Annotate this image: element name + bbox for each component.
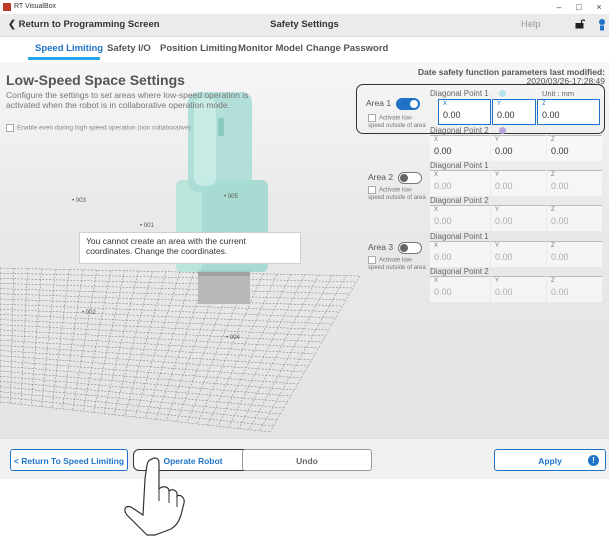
area2-label: Area 2: [368, 172, 394, 182]
area1-point2-z-field[interactable]: Z 0.00: [547, 135, 602, 161]
point-label: • 003: [72, 198, 86, 204]
area1-activate-checkbox[interactable]: Activate low-speed outside of area: [368, 114, 428, 130]
high-speed-checkbox[interactable]: Enable even during high speed operation …: [6, 124, 191, 132]
tab-safety-io[interactable]: Safety I/O: [107, 43, 151, 54]
area2-toggle[interactable]: [398, 172, 422, 184]
area1-point2-label: Diagonal Point 2: [430, 126, 506, 135]
point-color-dot: [498, 127, 506, 135]
area3-point2-label: Diagonal Point 2: [430, 267, 489, 276]
window-titlebar: RT VisualBox – □ ×: [0, 0, 609, 14]
return-to-programming-label: Return to Programming Screen: [18, 19, 160, 30]
maximize-button[interactable]: □: [569, 0, 589, 14]
area2-point1-z-field[interactable]: Z 0.00: [547, 170, 602, 196]
tab-change-password[interactable]: Change Password: [306, 43, 388, 54]
panel-description: Configure the settings to set areas wher…: [6, 90, 249, 110]
unit-label: Unit : mm: [542, 89, 575, 98]
help-button[interactable]: Help: [521, 19, 541, 30]
point-label: • 004: [226, 335, 240, 341]
area1-point1-x-field[interactable]: X 0.00: [438, 99, 491, 125]
close-button[interactable]: ×: [589, 0, 609, 14]
area1-label: Area 1: [366, 98, 392, 108]
point-label: • 002: [82, 310, 96, 316]
return-to-speed-limiting-button[interactable]: < Return To Speed Limiting: [10, 449, 128, 471]
area3-point1-z-field[interactable]: Z 0.00: [547, 241, 602, 267]
area2-activate-label: Activate low-speed outside of area: [368, 187, 426, 201]
checkbox-icon: [368, 114, 376, 122]
unlock-icon[interactable]: [575, 18, 585, 29]
bottom-action-bar: < Return To Speed Limiting Operate Robot…: [0, 438, 609, 479]
return-to-programming-button[interactable]: ❮ Return to Programming Screen: [8, 19, 160, 30]
area1-point1-z-field[interactable]: Z 0.00: [537, 99, 600, 125]
area1-toggle[interactable]: [396, 98, 420, 110]
area3-point2-x-field[interactable]: X 0.00: [430, 276, 490, 302]
tab-bar: Speed Limiting Safety I/O Position Limit…: [0, 37, 609, 61]
chevron-left-icon: ❮: [8, 19, 16, 30]
checkbox-icon: [368, 256, 376, 264]
panel-title: Low-Speed Space Settings: [6, 72, 185, 88]
area3-toggle[interactable]: [398, 242, 422, 254]
tab-monitor-model[interactable]: Monitor Model: [238, 43, 303, 54]
area3-point2-z-field[interactable]: Z 0.00: [547, 276, 602, 302]
high-speed-checkbox-label: Enable even during high speed operation …: [17, 124, 191, 132]
area2-point1-label: Diagonal Point 1: [430, 161, 489, 170]
pointing-hand-icon: [124, 457, 185, 536]
area1-point1-label: Diagonal Point 1: [430, 89, 506, 98]
info-icon[interactable]: [596, 18, 608, 31]
checkbox-icon: [368, 186, 376, 194]
minimize-button[interactable]: –: [549, 0, 569, 14]
header-bar: ❮ Return to Programming Screen Safety Se…: [0, 14, 609, 37]
area3-activate-label: Activate low-speed outside of area: [368, 257, 426, 271]
point-color-dot: [498, 90, 506, 98]
area3-label: Area 3: [368, 242, 394, 252]
apply-button[interactable]: Apply !: [494, 449, 606, 471]
area2-point2-label: Diagonal Point 2: [430, 196, 489, 205]
area3-point1-x-field[interactable]: X 0.00: [430, 241, 490, 267]
area3-activate-checkbox[interactable]: Activate low-speed outside of area: [368, 256, 428, 272]
area1-point1-y-field[interactable]: Y 0.00: [492, 99, 536, 125]
tab-speed-limiting[interactable]: Speed Limiting: [35, 43, 103, 54]
area2-point2-x-field[interactable]: X 0.00: [430, 205, 490, 231]
error-message: You cannot create an area with the curre…: [79, 232, 301, 264]
checkbox-icon: [6, 124, 14, 132]
window-title: RT VisualBox: [14, 3, 57, 10]
app-icon: [3, 3, 11, 11]
area1-activate-label: Activate low-speed outside of area: [368, 115, 426, 129]
area2-point2-y-field[interactable]: Y 0.00: [491, 205, 546, 231]
area3-point1-label: Diagonal Point 1: [430, 232, 489, 241]
area2-point1-y-field[interactable]: Y 0.00: [491, 170, 546, 196]
area3-point1-y-field[interactable]: Y 0.00: [491, 241, 546, 267]
apply-label: Apply: [538, 456, 562, 466]
simulation-view[interactable]: Low-Speed Space Settings Configure the s…: [0, 62, 609, 438]
area2-point1-x-field[interactable]: X 0.00: [430, 170, 490, 196]
undo-button[interactable]: Undo: [242, 449, 372, 471]
point-label: • 005: [224, 194, 238, 200]
area2-point2-z-field[interactable]: Z 0.00: [547, 205, 602, 231]
area2-activate-checkbox[interactable]: Activate low-speed outside of area: [368, 186, 428, 202]
area1-point2-y-field[interactable]: Y 0.00: [491, 135, 546, 161]
area1-point2-x-field[interactable]: X 0.00: [430, 135, 490, 161]
active-tab-indicator: [28, 57, 100, 60]
alert-icon: !: [588, 455, 599, 466]
tab-position-limiting[interactable]: Position Limiting: [160, 43, 237, 54]
point-label: • 001: [140, 223, 154, 229]
area3-point2-y-field[interactable]: Y 0.00: [491, 276, 546, 302]
